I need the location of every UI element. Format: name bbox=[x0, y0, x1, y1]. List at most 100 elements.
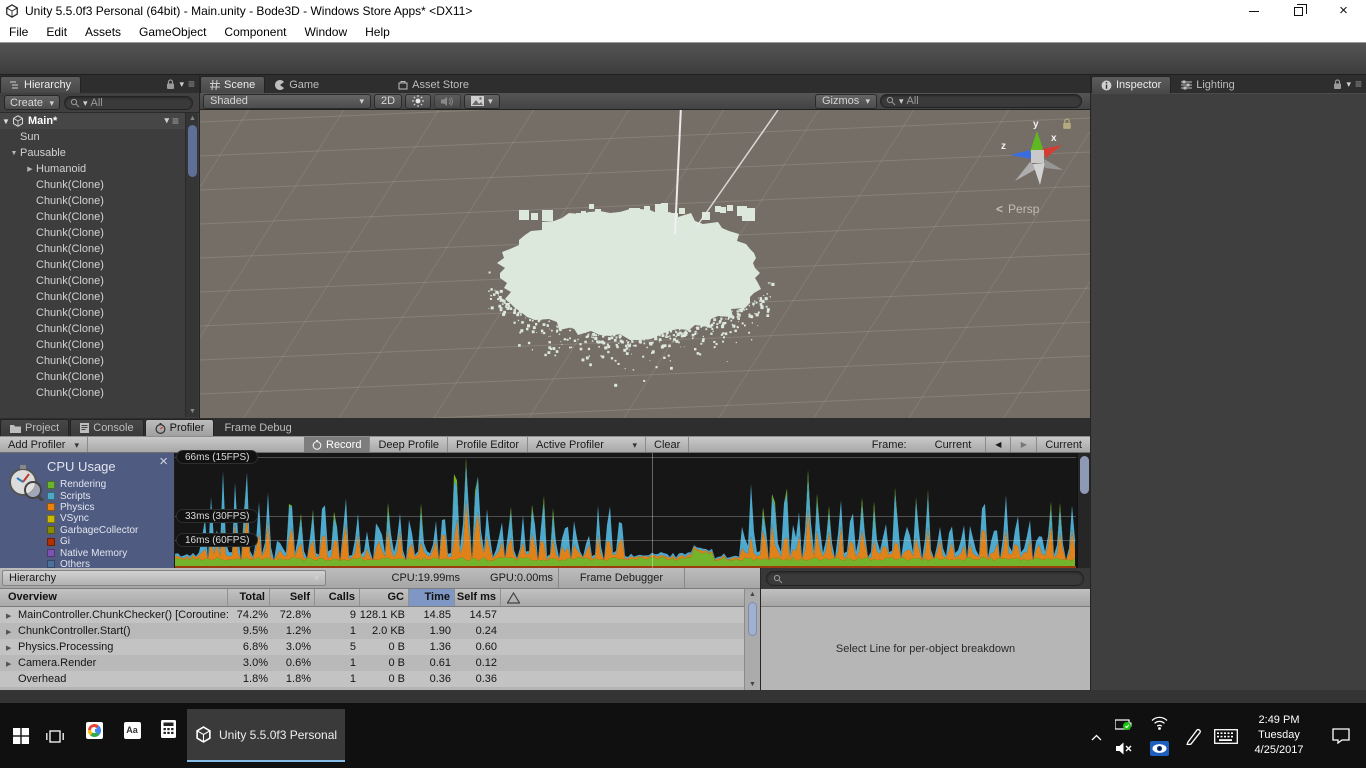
axis-z-cone[interactable] bbox=[1010, 150, 1032, 159]
shading-mode-dropdown[interactable]: Shaded bbox=[203, 94, 371, 109]
tab-inspector[interactable]: Inspector bbox=[1091, 76, 1171, 93]
legend-item[interactable]: Native Memory bbox=[47, 547, 138, 558]
prev-frame-button[interactable] bbox=[985, 437, 1011, 452]
hierarchy-item[interactable]: Chunk(Clone) bbox=[0, 321, 199, 337]
scene-viewport[interactable]: y x z Persp bbox=[200, 110, 1090, 418]
table-row[interactable]: Overhead 1.8% 1.8% 1 0 B 0.36 0.36 bbox=[0, 671, 744, 687]
legend-item[interactable]: Gi bbox=[47, 536, 138, 547]
scene-search-input[interactable]: All bbox=[880, 94, 1082, 108]
tab-project[interactable]: Project bbox=[0, 419, 69, 436]
menu-item[interactable]: GameObject bbox=[130, 25, 215, 39]
column-gc-alloc[interactable]: GC Alloc bbox=[360, 589, 409, 606]
unity-taskbar-button[interactable]: Unity 5.5.0f3 Personal... bbox=[187, 709, 345, 762]
scroll-down-icon[interactable] bbox=[186, 408, 199, 415]
clock-tray[interactable]: 2:49 PM Tuesday 4/25/2017 bbox=[1243, 711, 1315, 760]
dictionary-taskbar-button[interactable] bbox=[120, 718, 144, 742]
profile-editor-button[interactable]: Profile Editor bbox=[448, 437, 528, 452]
wifi-tray-icon[interactable] bbox=[1148, 714, 1170, 732]
axis-x-cone[interactable] bbox=[1042, 145, 1062, 158]
foldout-icon[interactable]: ▼ bbox=[8, 150, 20, 157]
legend-item[interactable]: GarbageCollector bbox=[47, 525, 138, 536]
hierarchy-item[interactable]: Sun bbox=[0, 129, 199, 145]
hierarchy-item[interactable]: Chunk(Clone) bbox=[0, 257, 199, 273]
hierarchy-scrollbar[interactable] bbox=[185, 113, 198, 417]
eye-tray-icon[interactable] bbox=[1148, 739, 1170, 757]
table-scroll-thumb[interactable] bbox=[748, 602, 757, 636]
column-time-ms[interactable]: Time ms bbox=[409, 589, 455, 606]
hierarchy-item[interactable]: Chunk(Clone) bbox=[0, 177, 199, 193]
hierarchy-item[interactable]: Chunk(Clone) bbox=[0, 273, 199, 289]
add-profiler-dropdown[interactable]: Add Profiler bbox=[0, 437, 88, 452]
cpu-usage-module[interactable]: CPU Usage Rendering Scripts bbox=[0, 453, 175, 568]
lock-icon[interactable] bbox=[166, 79, 175, 90]
table-scrollbar[interactable] bbox=[744, 589, 760, 690]
scroll-down-icon[interactable] bbox=[745, 681, 760, 688]
hierarchy-item[interactable]: Chunk(Clone) bbox=[0, 193, 199, 209]
2d-toggle-button[interactable]: 2D bbox=[374, 94, 402, 109]
pen-tray-icon[interactable] bbox=[1182, 725, 1204, 747]
menu-item[interactable]: Edit bbox=[37, 25, 76, 39]
table-row[interactable]: MainController.ChunkChecker() [Coroutine… bbox=[0, 607, 744, 623]
clear-button[interactable]: Clear bbox=[646, 437, 689, 452]
column-calls[interactable]: Calls bbox=[315, 589, 360, 606]
legend-item[interactable]: VSync bbox=[47, 513, 138, 524]
scene-root-row[interactable]: ▼ Main* bbox=[0, 113, 199, 129]
tab-profiler[interactable]: Profiler bbox=[145, 419, 215, 436]
action-center-button[interactable] bbox=[1328, 725, 1354, 747]
legend-item[interactable]: Physics bbox=[47, 502, 138, 513]
hierarchy-item[interactable]: Chunk(Clone) bbox=[0, 353, 199, 369]
pane-caret-icon[interactable] bbox=[1346, 79, 1351, 90]
battery-tray-icon[interactable] bbox=[1113, 715, 1135, 733]
scroll-up-icon[interactable] bbox=[186, 115, 199, 122]
gizmo-cube[interactable] bbox=[1031, 150, 1044, 163]
minimize-button[interactable] bbox=[1231, 0, 1276, 22]
hierarchy-item[interactable]: ▶ Humanoid bbox=[0, 161, 199, 177]
hierarchy-item[interactable]: Chunk(Clone) bbox=[0, 241, 199, 257]
deep-profile-button[interactable]: Deep Profile bbox=[370, 437, 448, 452]
menu-item[interactable]: Help bbox=[356, 25, 399, 39]
scene-lighting-toggle[interactable] bbox=[405, 94, 431, 109]
close-button[interactable] bbox=[1321, 0, 1366, 22]
active-profiler-dropdown[interactable]: Active Profiler bbox=[528, 437, 646, 452]
gizmos-dropdown[interactable]: Gizmos bbox=[815, 94, 877, 109]
restore-button[interactable] bbox=[1276, 0, 1321, 22]
scroll-up-icon[interactable] bbox=[745, 591, 760, 598]
table-row[interactable]: ChunkController.Start() 9.5% 1.2% 1 2.0 … bbox=[0, 623, 744, 639]
volume-tray-icon[interactable] bbox=[1113, 739, 1135, 757]
close-cpu-module-icon[interactable] bbox=[159, 455, 168, 469]
tab-game[interactable]: Game bbox=[266, 76, 328, 93]
hierarchy-item[interactable]: Chunk(Clone) bbox=[0, 385, 199, 401]
projection-toggle[interactable]: Persp bbox=[996, 202, 1039, 216]
menu-item[interactable]: Assets bbox=[76, 25, 130, 39]
tab-console[interactable]: Console bbox=[70, 419, 143, 436]
table-row[interactable]: Physics.Processing 6.8% 3.0% 5 0 B 1.36 … bbox=[0, 639, 744, 655]
view-mode-dropdown[interactable]: Hierarchy bbox=[2, 570, 326, 586]
create-dropdown[interactable]: Create bbox=[4, 95, 60, 110]
table-row[interactable]: Camera.Render 3.0% 0.6% 1 0 B 0.61 0.12 bbox=[0, 655, 744, 671]
tab-scene[interactable]: Scene bbox=[200, 76, 265, 93]
tab-hierarchy[interactable]: Hierarchy bbox=[0, 76, 81, 93]
hierarchy-item[interactable]: Chunk(Clone) bbox=[0, 369, 199, 385]
warnings-column-icon[interactable] bbox=[507, 592, 520, 604]
column-self-ms[interactable]: Self ms bbox=[455, 589, 501, 606]
hierarchy-scroll-thumb[interactable] bbox=[188, 125, 197, 177]
cpu-usage-chart[interactable]: 66ms (15FPS) 33ms (30FPS) 16ms (60FPS) bbox=[175, 453, 1076, 568]
chart-scrollbar[interactable] bbox=[1077, 453, 1090, 568]
frame-debugger-button[interactable]: Frame Debugger bbox=[558, 568, 685, 588]
hierarchy-item[interactable]: Chunk(Clone) bbox=[0, 305, 199, 321]
start-button[interactable] bbox=[8, 725, 34, 747]
record-toggle-button[interactable]: Record bbox=[304, 437, 370, 452]
hierarchy-item[interactable]: Chunk(Clone) bbox=[0, 209, 199, 225]
foldout-icon[interactable]: ▶ bbox=[24, 165, 36, 173]
menu-item[interactable]: Window bbox=[295, 25, 356, 39]
tab-frame-debug[interactable]: Frame Debug bbox=[215, 419, 300, 436]
lock-icon[interactable] bbox=[1333, 79, 1342, 90]
scene-effects-dropdown[interactable] bbox=[464, 94, 500, 109]
tab-lighting[interactable]: Lighting bbox=[1172, 76, 1244, 93]
pane-menu-icon[interactable] bbox=[188, 77, 195, 91]
current-frame-button[interactable]: Current bbox=[1037, 437, 1090, 452]
touch-keyboard-tray-icon[interactable] bbox=[1211, 727, 1241, 745]
chrome-taskbar-button[interactable] bbox=[82, 718, 106, 742]
legend-item[interactable]: Scripts bbox=[47, 490, 138, 501]
hierarchy-search-input[interactable]: All bbox=[64, 96, 193, 110]
